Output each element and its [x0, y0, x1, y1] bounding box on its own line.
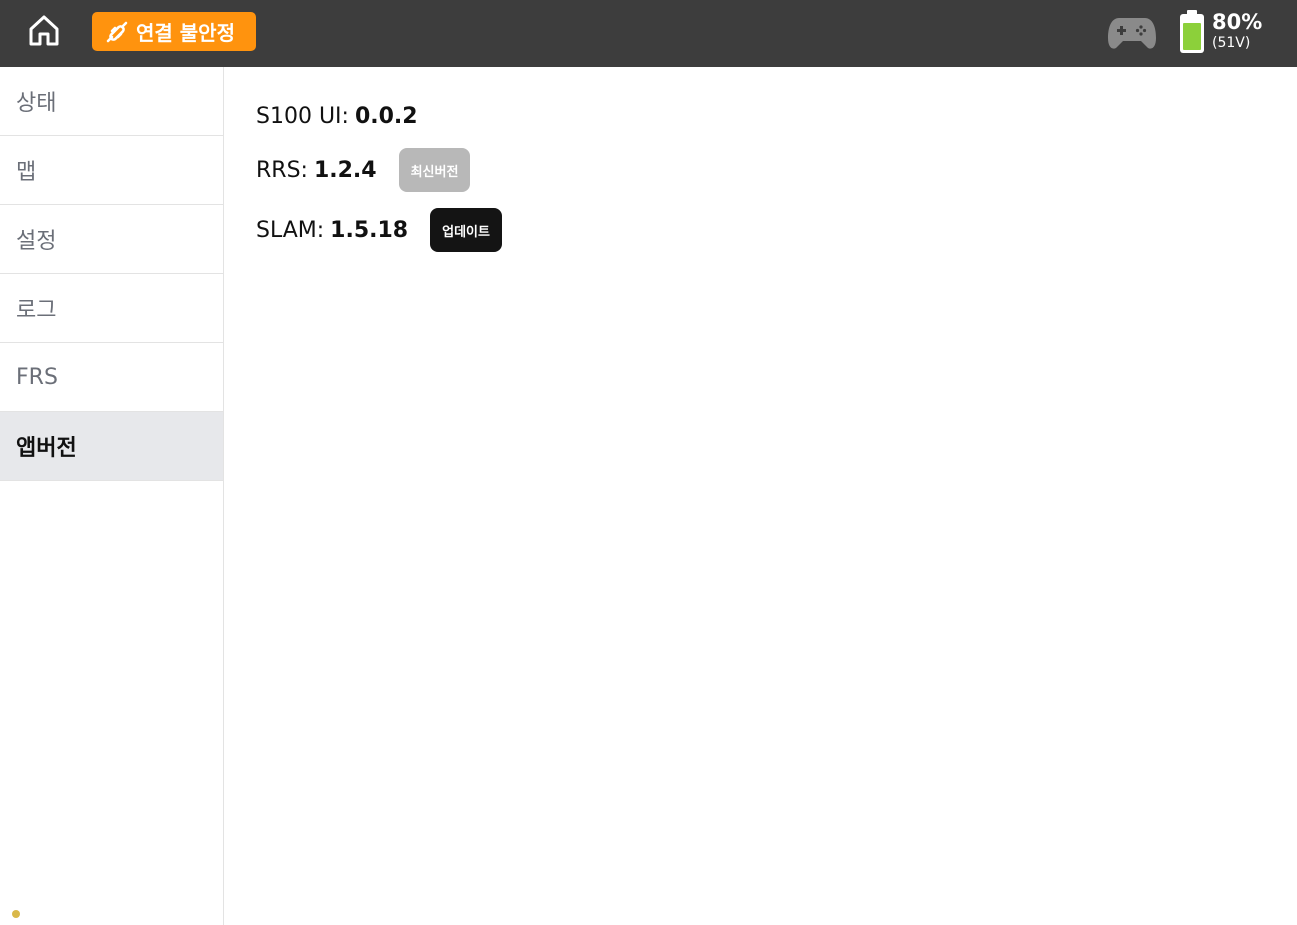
sidebar-item-status[interactable]: 상태 — [0, 67, 223, 136]
status-dot — [12, 910, 20, 918]
sidebar-item-map[interactable]: 맵 — [0, 136, 223, 205]
sidebar-item-label: 로그 — [16, 298, 57, 323]
battery-icon — [1178, 9, 1206, 55]
rrs-version-row: RRS: 1.2.4 최신버전 — [256, 148, 471, 192]
update-button[interactable]: 업데이트 — [430, 208, 502, 252]
unplugged-icon — [104, 19, 130, 45]
sidebar-item-label: 설정 — [16, 229, 57, 254]
sidebar-item-label: 맵 — [16, 160, 37, 185]
slam-version-row: SLAM: 1.5.18 업데이트 — [256, 208, 502, 252]
latest-version-button[interactable]: 최신버전 — [398, 148, 471, 192]
s100-version-label: S100 UI: — [256, 103, 349, 129]
s100-version-value: 0.0.2 — [354, 103, 418, 129]
rrs-version-label: RRS: — [256, 157, 308, 183]
slam-version-value: 1.5.18 — [330, 217, 409, 243]
sidebar-item-label: FRS — [16, 364, 58, 390]
sidebar-item-app-version[interactable]: 앱버전 — [0, 412, 223, 481]
sidebar-item-label: 앱버전 — [16, 436, 77, 461]
sidebar-item-log[interactable]: 로그 — [0, 274, 223, 343]
sidebar-item-settings[interactable]: 설정 — [0, 205, 223, 274]
battery-readout: 80% (51V) — [1212, 9, 1262, 51]
s100-version-row: S100 UI: 0.0.2 — [256, 94, 418, 138]
home-icon — [26, 12, 62, 52]
sidebar: 상태 맵 설정 로그 FRS 앱버전 — [0, 67, 224, 925]
sidebar-item-frs[interactable]: FRS — [0, 343, 223, 412]
sidebar-item-label: 상태 — [16, 91, 57, 116]
battery-percent: 80% — [1212, 10, 1263, 34]
battery-voltage: (51V) — [1212, 35, 1251, 51]
top-bar: 연결 불안정 80% (51V) — [0, 0, 1297, 67]
gamepad-icon[interactable] — [1107, 14, 1157, 52]
connection-status-badge[interactable]: 연결 불안정 — [92, 12, 256, 51]
connection-status-label: 연결 불안정 — [136, 21, 235, 45]
rrs-version-value: 1.2.4 — [313, 157, 377, 183]
slam-version-label: SLAM: — [256, 217, 325, 243]
home-button[interactable] — [24, 12, 64, 52]
